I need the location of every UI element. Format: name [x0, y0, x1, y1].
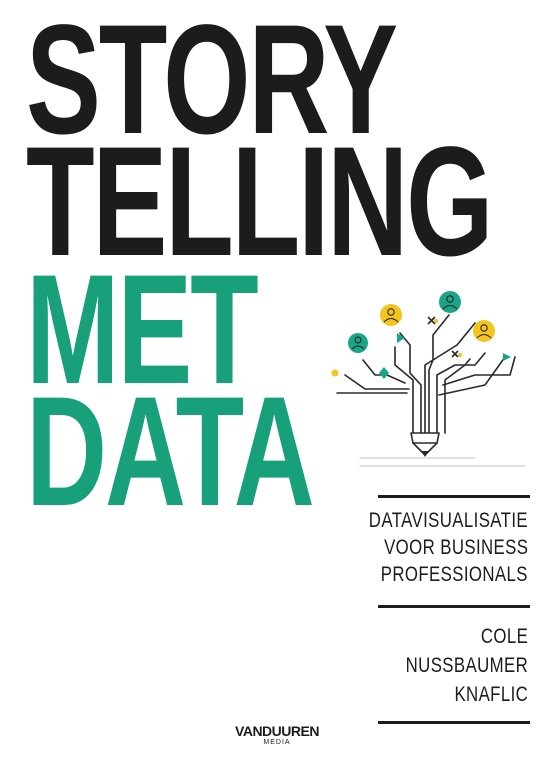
person-circle-yellow-1 [380, 304, 402, 326]
yellow-dot-top [434, 319, 438, 323]
person-circle-teal-left [348, 333, 368, 353]
subtitle-line-1: DATAVISUALISATIE [368, 509, 528, 532]
person-circle-yellow-right [473, 320, 495, 342]
cross-mark-top [427, 316, 436, 325]
title-line-4: DATA [26, 365, 315, 539]
author-line-3: KNAFLIC [454, 683, 528, 706]
cross-mark-right [451, 350, 459, 358]
divider-bottom [378, 721, 530, 724]
pencil-tree-illustration [331, 291, 525, 467]
subtitle-line-2: VOOR BUSINESS [383, 536, 528, 559]
teal-diamond [379, 367, 389, 379]
publisher-sub: MEDIA [263, 739, 291, 746]
person-circle-teal-top [439, 291, 461, 313]
yellow-dot-right [458, 353, 462, 357]
divider-top [378, 495, 530, 498]
publisher-logo: VANDUUREN MEDIA [222, 724, 332, 747]
divider-middle [378, 605, 530, 608]
teal-arrow-right [503, 353, 511, 361]
author-line-2: NUSSBAUMER [405, 654, 528, 677]
author-line-1: COLE [480, 625, 528, 648]
book-cover: STORY TELLING MET DATA DATAVISUALISATIE … [0, 0, 550, 777]
publisher-name: VANDUUREN [235, 723, 319, 739]
yellow-dot [331, 369, 339, 377]
subtitle-line-3: PROFESSIONALS [380, 563, 528, 586]
